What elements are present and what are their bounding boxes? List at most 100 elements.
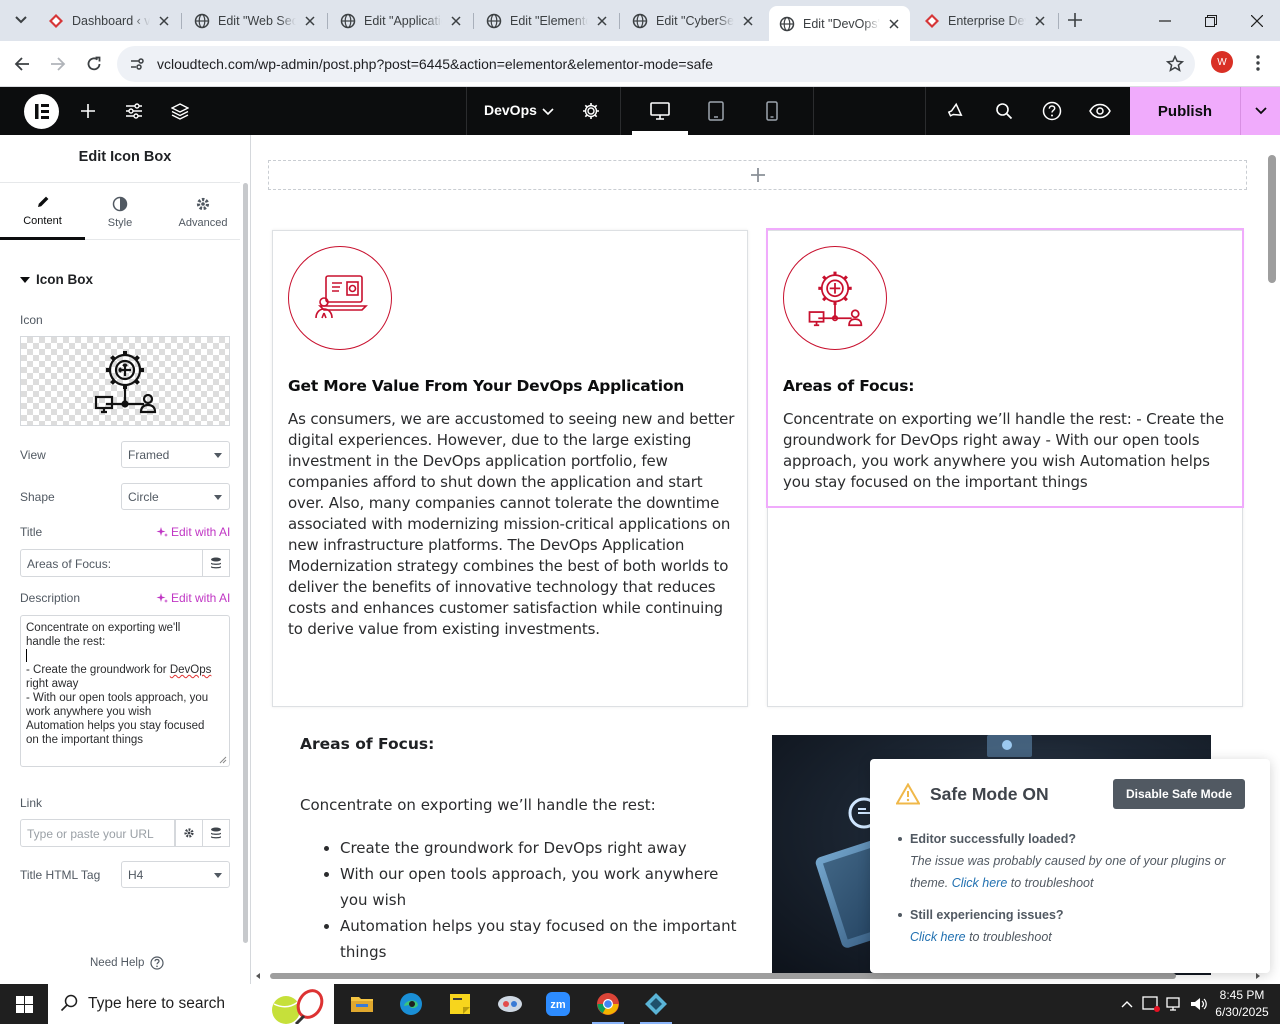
system-clock[interactable]: 8:45 PM 6/30/2025 <box>1210 987 1274 1021</box>
browser-tab[interactable]: Enterprise DevOps <box>914 6 1056 35</box>
safe-mode-item: Still experiencing issues? Click here to… <box>898 904 1250 948</box>
close-tab-icon[interactable] <box>594 13 610 29</box>
title-html-tag-select[interactable]: H4 <box>121 861 230 888</box>
show-hidden-icons[interactable] <box>1118 995 1136 1013</box>
tab-title: Edit "DevOps" <box>803 16 880 31</box>
tab-separator <box>619 13 620 29</box>
editor-panel: Edit Icon Box Content Style Advanced Ico… <box>0 135 251 984</box>
link-input[interactable]: Type or paste your URL <box>20 819 175 847</box>
publish-button[interactable]: Publish <box>1130 87 1240 135</box>
elementor-logo-icon[interactable] <box>24 94 59 129</box>
network-icon[interactable] <box>1166 995 1184 1013</box>
misspelled-word: DevOps <box>169 664 212 676</box>
browser-tab-active[interactable]: Edit "DevOps" <box>769 6 910 41</box>
file-explorer-icon[interactable] <box>338 984 386 1024</box>
close-tab-icon[interactable] <box>302 13 318 29</box>
title-input[interactable]: Areas of Focus: <box>20 549 203 577</box>
need-help-link[interactable]: Need Help <box>90 956 164 970</box>
tab-title: Edit "Web Security" <box>218 13 296 28</box>
url-text[interactable]: vcloudtech.com/wp-admin/post.php?post=64… <box>157 56 713 72</box>
publish-options-button[interactable] <box>1240 87 1280 135</box>
bookmark-star-icon[interactable] <box>1165 54 1185 74</box>
section-title: Icon Box <box>36 272 94 287</box>
link-options-button[interactable] <box>175 819 203 847</box>
troubleshoot-link[interactable]: Click here <box>910 930 966 944</box>
close-tab-icon[interactable] <box>156 13 172 29</box>
whats-new-button[interactable] <box>933 87 979 135</box>
disable-safe-mode-button[interactable]: Disable Safe Mode <box>1113 779 1245 809</box>
chrome-icon[interactable] <box>584 984 632 1024</box>
icon-box-widget[interactable]: Get More Value From Your DevOps Applicat… <box>272 230 748 707</box>
tablet-view-button[interactable] <box>693 87 739 135</box>
add-section-area[interactable] <box>268 160 1247 190</box>
minimize-button[interactable] <box>1142 0 1188 41</box>
title-edit-with-ai[interactable]: Edit with AI <box>156 525 230 539</box>
profile-avatar[interactable]: W <box>1211 51 1233 73</box>
preview-button[interactable] <box>1077 87 1123 135</box>
section-toggle-icon-box[interactable]: Icon Box <box>20 272 93 287</box>
browser-tab[interactable]: Edit "CyberSecurity" <box>622 6 764 35</box>
help-button[interactable] <box>1029 87 1075 135</box>
start-button[interactable] <box>0 984 48 1024</box>
scrollbar-thumb[interactable] <box>270 973 1176 979</box>
add-element-button[interactable] <box>65 87 111 135</box>
tab-content[interactable]: Content <box>0 183 85 240</box>
site-settings-icon[interactable] <box>127 54 147 74</box>
tab-label: Advanced <box>178 216 228 229</box>
close-window-button[interactable] <box>1234 0 1280 41</box>
panel-scrollbar[interactable] <box>243 183 248 943</box>
divider <box>925 87 926 135</box>
browser-tab[interactable]: Dashboard ‹ vcloudtech <box>38 6 180 35</box>
browser-tab[interactable]: Edit "Elementor" <box>476 6 618 35</box>
chevron-down-icon[interactable] <box>541 106 555 120</box>
close-tab-icon[interactable] <box>448 13 464 29</box>
close-tab-icon[interactable] <box>1032 13 1048 29</box>
snipping-tool-icon[interactable] <box>486 984 534 1024</box>
close-tab-icon[interactable] <box>886 16 902 32</box>
browser-tab[interactable]: Edit "Application" <box>330 6 472 35</box>
shape-select[interactable]: Circle <box>121 483 230 510</box>
edge-icon[interactable] <box>387 984 435 1024</box>
new-tab-button[interactable] <box>1063 8 1087 32</box>
description-textarea[interactable]: Concentrate on exporting we'll handle th… <box>20 615 230 767</box>
desktop-view-button[interactable] <box>637 87 683 135</box>
forward-button[interactable] <box>44 50 72 78</box>
icon-picker[interactable] <box>20 336 230 426</box>
back-button[interactable] <box>8 50 36 78</box>
scrollbar-thumb[interactable] <box>1268 155 1276 283</box>
tab-style[interactable]: Style <box>80 183 160 240</box>
meet-now-icon[interactable] <box>1142 995 1160 1013</box>
troubleshoot-link[interactable]: Click here <box>952 876 1008 890</box>
search-placeholder: Type here to search <box>88 995 225 1012</box>
dynamic-tags-button[interactable] <box>202 549 230 577</box>
restore-button[interactable] <box>1188 0 1234 41</box>
finder-button[interactable] <box>981 87 1027 135</box>
panel-tabs: Content Style Advanced <box>0 182 240 240</box>
desktop-icon <box>650 102 670 120</box>
site-settings-button[interactable] <box>111 87 157 135</box>
icon-box-description: As consumers, we are accustomed to seein… <box>288 410 735 638</box>
zoom-icon[interactable]: zm <box>534 984 582 1024</box>
taskbar-search-box[interactable]: Type here to search <box>48 984 334 1024</box>
mobile-view-button[interactable] <box>749 87 795 135</box>
clock-time: 8:45 PM <box>1219 988 1265 1002</box>
windows-taskbar: Type here to search zm 8:45 PM 6/30/2025 <box>0 984 1280 1024</box>
volume-icon[interactable] <box>1190 995 1208 1013</box>
reload-button[interactable] <box>80 50 108 78</box>
tab-advanced[interactable]: Advanced <box>163 183 243 240</box>
browser-tab[interactable]: Edit "Web Security" <box>184 6 326 35</box>
sticky-notes-icon[interactable] <box>436 984 484 1024</box>
remote-desktop-icon[interactable] <box>632 984 680 1024</box>
question-circle-icon <box>150 956 164 970</box>
megaphone-icon <box>947 102 963 117</box>
document-name[interactable]: DevOps <box>484 102 537 118</box>
omnibox[interactable]: vcloudtech.com/wp-admin/post.php?post=64… <box>117 46 1195 82</box>
link-dynamic-tags-button[interactable] <box>202 819 230 847</box>
kebab-menu-icon[interactable] <box>1248 51 1268 75</box>
close-tab-icon[interactable] <box>740 13 756 29</box>
structure-button[interactable] <box>157 87 203 135</box>
page-settings-button[interactable] <box>568 87 614 135</box>
description-edit-with-ai[interactable]: Edit with AI <box>156 591 230 605</box>
tab-search-button[interactable] <box>8 8 34 32</box>
view-select[interactable]: Framed <box>121 441 230 468</box>
